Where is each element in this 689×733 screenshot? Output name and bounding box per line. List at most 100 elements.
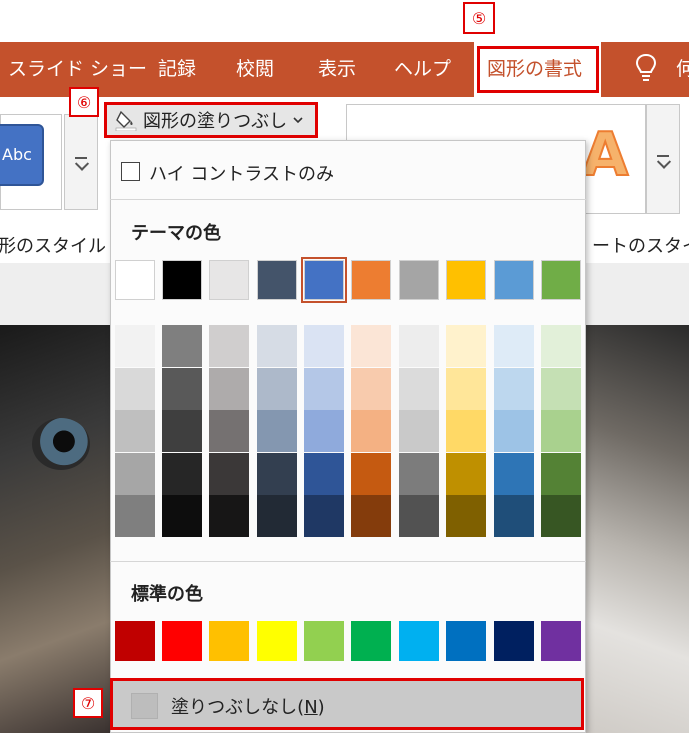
theme-shade-swatch[interactable] xyxy=(446,367,486,410)
theme-shade-swatch[interactable] xyxy=(399,495,439,537)
theme-shade-swatch[interactable] xyxy=(209,410,249,452)
shape-style-expand-button[interactable] xyxy=(64,114,98,210)
theme-shade-swatch[interactable] xyxy=(304,410,344,452)
standard-color-swatch[interactable] xyxy=(257,621,297,661)
theme-shade-swatch[interactable] xyxy=(399,452,439,495)
standard-color-swatch[interactable] xyxy=(115,621,155,661)
theme-shade-swatch[interactable] xyxy=(257,452,297,495)
theme-shade-swatch[interactable] xyxy=(115,367,155,410)
theme-color-swatch[interactable] xyxy=(351,260,391,300)
theme-shade-swatch[interactable] xyxy=(541,495,581,537)
standard-color-swatch[interactable] xyxy=(304,621,344,661)
theme-shade-swatch[interactable] xyxy=(257,495,297,537)
standard-color-swatch[interactable] xyxy=(162,621,202,661)
theme-shade-swatch[interactable] xyxy=(209,452,249,495)
theme-shade-swatch[interactable] xyxy=(494,452,534,495)
theme-color-swatch[interactable] xyxy=(115,260,155,300)
shape-style-sample[interactable]: Abc xyxy=(0,124,44,186)
standard-color-swatch[interactable] xyxy=(351,621,391,661)
lightbulb-icon[interactable] xyxy=(635,53,657,83)
theme-shade-swatch[interactable] xyxy=(209,367,249,410)
no-fill-text: 塗りつぶしなし( xyxy=(171,697,305,718)
theme-shade-swatch[interactable] xyxy=(304,325,344,367)
highlight-shape-format-tab xyxy=(477,46,599,93)
theme-shade-swatch[interactable] xyxy=(446,410,486,452)
theme-shade-swatch[interactable] xyxy=(304,367,344,410)
theme-shade-swatch[interactable] xyxy=(115,495,155,537)
theme-shade-swatch[interactable] xyxy=(494,410,534,452)
theme-color-swatch[interactable] xyxy=(494,260,534,300)
theme-color-swatch[interactable] xyxy=(301,257,347,303)
shape-fill-button[interactable]: 図形の塗りつぶし xyxy=(104,102,318,138)
standard-color-swatch[interactable] xyxy=(399,621,439,661)
theme-shade-swatch[interactable] xyxy=(399,325,439,367)
no-fill-text-close: ) xyxy=(317,697,325,718)
theme-shade-swatch[interactable] xyxy=(351,410,391,452)
theme-color-swatch[interactable] xyxy=(162,260,202,300)
tab-review[interactable]: 校閲 xyxy=(236,42,274,97)
shape-style-group-label: 形のスタイル xyxy=(0,236,106,257)
theme-color-swatch[interactable] xyxy=(446,260,486,300)
theme-shade-swatch[interactable] xyxy=(162,452,202,495)
theme-shade-swatch[interactable] xyxy=(257,325,297,367)
no-fill-label[interactable]: 塗りつぶしなし(N) xyxy=(171,693,325,719)
wordart-group-label: ートのスタイル xyxy=(592,236,689,257)
theme-shade-swatch[interactable] xyxy=(162,495,202,537)
theme-color-swatch[interactable] xyxy=(257,260,297,300)
standard-color-swatch[interactable] xyxy=(446,621,486,661)
theme-shade-swatch[interactable] xyxy=(494,495,534,537)
theme-shade-swatch[interactable] xyxy=(115,410,155,452)
annotation-marker-6: ⑥ xyxy=(69,87,99,117)
theme-shade-swatch[interactable] xyxy=(446,495,486,537)
theme-shade-swatch[interactable] xyxy=(209,325,249,367)
tab-view[interactable]: 表示 xyxy=(318,42,356,97)
high-contrast-label[interactable]: ハイ コントラストのみ xyxy=(149,160,334,186)
theme-shade-swatch[interactable] xyxy=(399,367,439,410)
theme-shade-swatch[interactable] xyxy=(494,367,534,410)
theme-shade-swatch[interactable] xyxy=(494,325,534,367)
theme-color-swatch[interactable] xyxy=(209,260,249,300)
separator xyxy=(110,199,586,200)
theme-shade-swatch[interactable] xyxy=(209,495,249,537)
no-fill-swatch xyxy=(131,693,158,719)
theme-shade-swatch[interactable] xyxy=(541,367,581,410)
standard-color-swatch[interactable] xyxy=(494,621,534,661)
tab-tell-me[interactable]: 何 xyxy=(676,42,689,97)
theme-shade-swatch[interactable] xyxy=(304,495,344,537)
slide-photo-left xyxy=(0,325,110,733)
no-fill-access-key: N xyxy=(304,697,318,718)
theme-shade-swatch[interactable] xyxy=(304,452,344,495)
theme-color-swatch[interactable] xyxy=(541,260,581,300)
theme-shade-swatch[interactable] xyxy=(115,325,155,367)
chevron-down-icon xyxy=(75,157,87,159)
high-contrast-checkbox[interactable] xyxy=(121,162,140,181)
theme-shade-swatch[interactable] xyxy=(162,410,202,452)
theme-shade-swatch[interactable] xyxy=(541,325,581,367)
theme-shade-swatch[interactable] xyxy=(115,452,155,495)
theme-shade-swatch[interactable] xyxy=(446,452,486,495)
theme-shade-swatch[interactable] xyxy=(351,452,391,495)
tab-help[interactable]: ヘルプ xyxy=(394,42,451,97)
theme-shade-swatch[interactable] xyxy=(351,367,391,410)
standard-color-swatch[interactable] xyxy=(541,621,581,661)
wordart-expand-button[interactable] xyxy=(646,104,680,214)
theme-shade-swatch[interactable] xyxy=(351,325,391,367)
shape-fill-label: 図形の塗りつぶし xyxy=(143,111,288,132)
theme-shade-swatch[interactable] xyxy=(351,495,391,537)
theme-shade-swatch[interactable] xyxy=(446,325,486,367)
theme-color-swatch[interactable] xyxy=(399,260,439,300)
theme-shade-swatch[interactable] xyxy=(162,325,202,367)
chevron-down-icon xyxy=(293,117,303,124)
theme-shade-swatch[interactable] xyxy=(257,410,297,452)
theme-shade-swatch[interactable] xyxy=(162,367,202,410)
paint-bucket-icon xyxy=(115,110,137,131)
theme-shade-swatch[interactable] xyxy=(541,452,581,495)
annotation-marker-5: ⑤ xyxy=(463,2,495,34)
standard-colors-heading: 標準の色 xyxy=(131,584,203,605)
theme-shade-swatch[interactable] xyxy=(541,410,581,452)
wordart-sample[interactable]: A xyxy=(581,119,629,191)
standard-color-swatch[interactable] xyxy=(209,621,249,661)
theme-shade-swatch[interactable] xyxy=(399,410,439,452)
tab-record[interactable]: 記録 xyxy=(158,42,196,97)
theme-shade-swatch[interactable] xyxy=(257,367,297,410)
